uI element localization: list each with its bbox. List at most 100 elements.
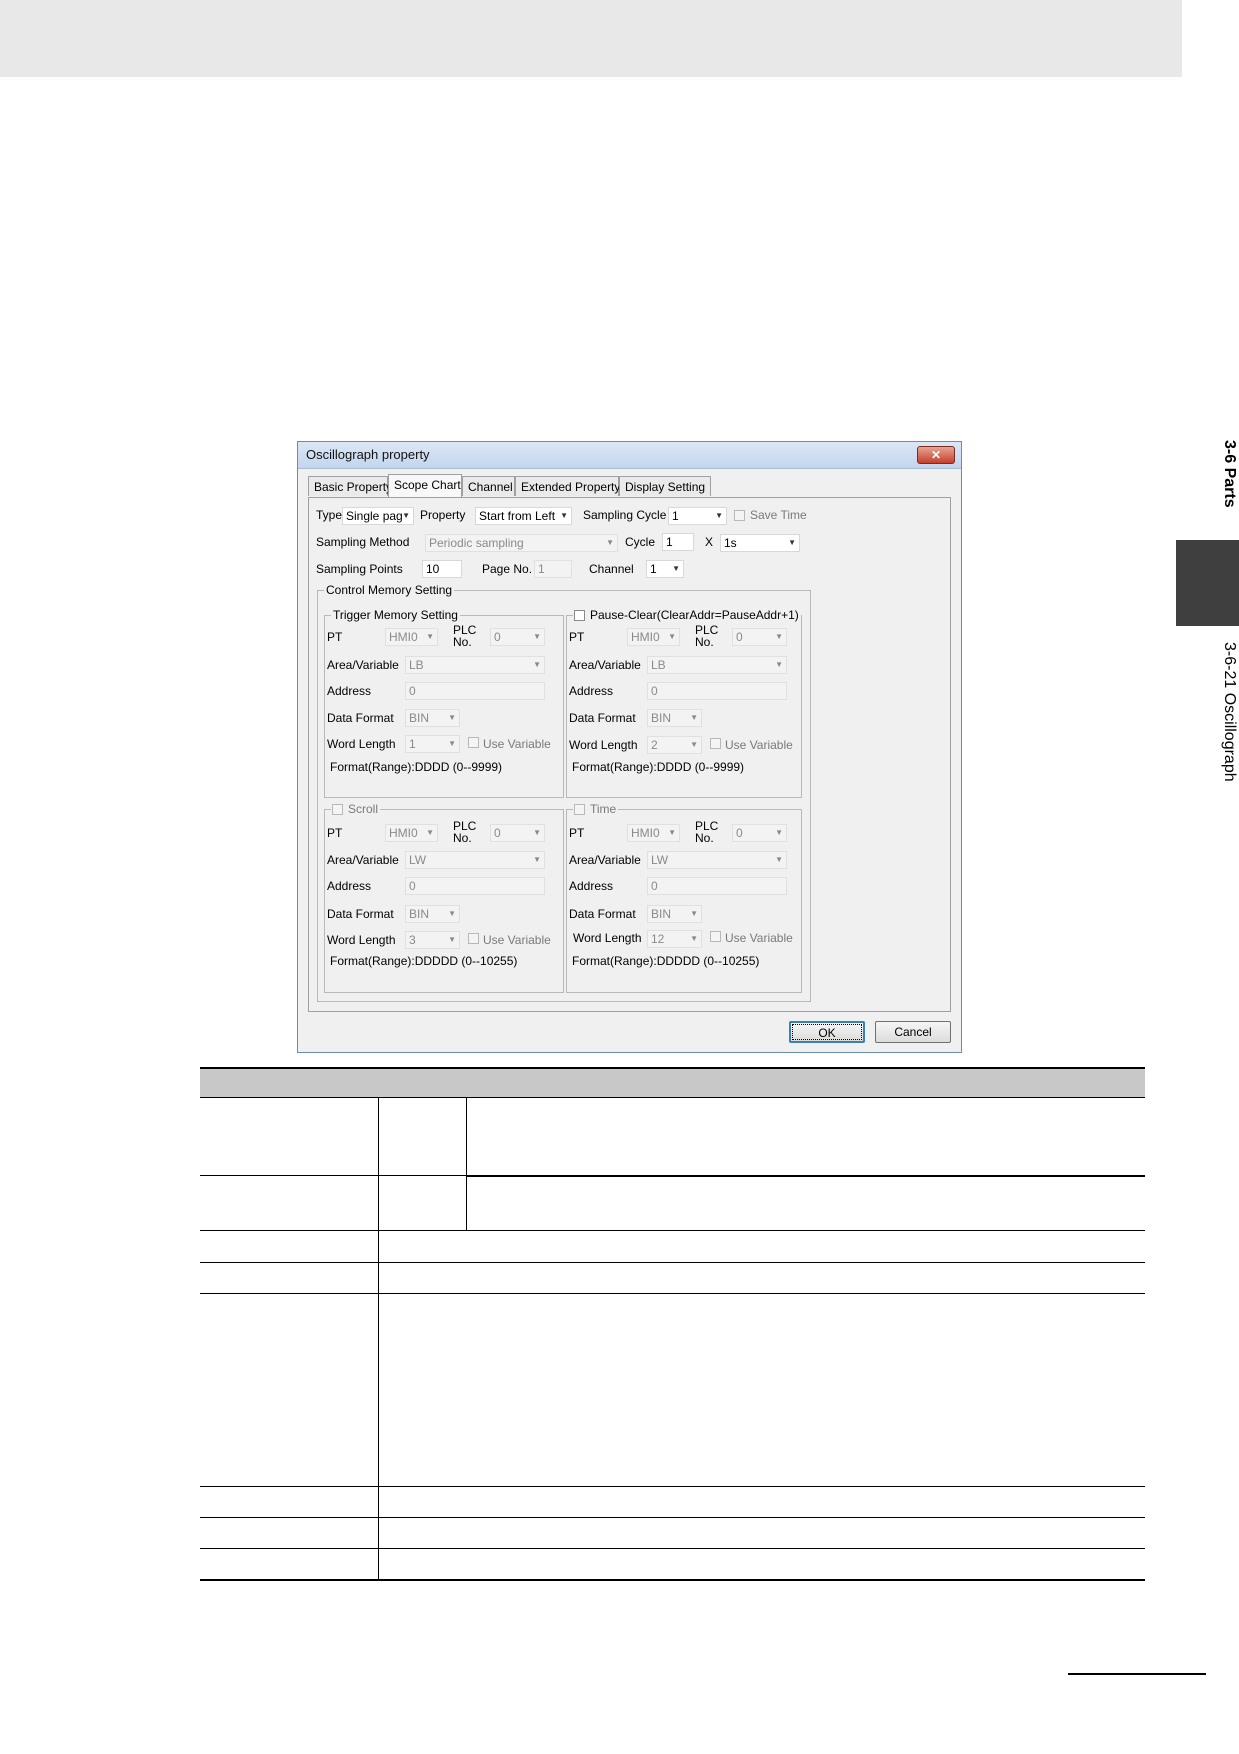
page-no-input[interactable]: 1 [534,560,572,578]
pt-select[interactable]: HMI0 ▼ [627,628,680,646]
type-select[interactable]: Single pag ▼ [342,507,414,525]
pt-select[interactable]: HMI0 ▼ [627,824,680,842]
time-checkbox[interactable] [574,804,585,815]
tab-basic-property[interactable]: Basic Property [308,476,392,496]
chevron-down-icon: ▼ [775,828,783,837]
pt-value: HMI0 [631,630,660,644]
cycle-input[interactable]: 1 [662,533,694,551]
tab-channel[interactable]: Channel [462,476,515,496]
chevron-down-icon: ▼ [533,660,541,669]
chevron-down-icon: ▼ [775,855,783,864]
chevron-down-icon: ▼ [715,511,723,520]
word-length-select[interactable]: 12 ▼ [647,930,702,948]
address-label: Address [569,879,614,893]
word-length-label: Word Length [569,738,638,752]
chevron-down-icon: ▼ [560,511,568,520]
plc-no-label: PLC No. [453,819,477,845]
property-select[interactable]: Start from Left ▼ [475,507,572,525]
cycle-unit-value: 1s [724,536,737,550]
chevron-down-icon: ▼ [668,828,676,837]
pt-select[interactable]: HMI0 ▼ [385,824,438,842]
address-input[interactable]: 0 [647,682,787,700]
scroll-checkbox[interactable] [332,804,343,815]
chevron-down-icon: ▼ [426,828,434,837]
chevron-down-icon: ▼ [533,632,541,641]
ok-button[interactable]: OK [789,1021,865,1043]
format-range-text: Format(Range):DDDD (0--9999) [330,760,503,774]
dialog-titlebar[interactable]: Oscillograph property ✕ [298,442,961,469]
chevron-down-icon: ▼ [672,564,680,573]
plc-no-value: 0 [736,826,743,840]
tab-display-setting[interactable]: Display Setting [619,476,711,496]
address-input[interactable]: 0 [405,877,545,895]
cycle-label: Cycle [625,535,656,549]
chevron-down-icon: ▼ [448,713,456,722]
channel-select[interactable]: 1 ▼ [646,560,684,578]
use-variable-checkbox[interactable] [468,737,479,748]
address-label: Address [569,684,614,698]
word-length-label: Word Length [573,931,642,945]
word-length-value: 3 [409,933,416,947]
pause-clear-checkbox[interactable] [574,610,585,621]
section-tab-marker [1176,540,1239,626]
plc-no-label: PLC No. [695,819,719,845]
area-variable-select[interactable]: LW ▼ [405,851,545,869]
word-length-select[interactable]: 1 ▼ [405,735,460,753]
type-value: Single pag [346,509,403,523]
sampling-points-value: 10 [426,562,440,576]
area-variable-select[interactable]: LB ▼ [647,656,787,674]
area-variable-select[interactable]: LW ▼ [647,851,787,869]
area-variable-select[interactable]: LB ▼ [405,656,545,674]
footer-rule [1068,1673,1206,1675]
use-variable-checkbox[interactable] [710,738,721,749]
word-length-select[interactable]: 3 ▼ [405,931,460,949]
address-input[interactable]: 0 [647,877,787,895]
sampling-method-select[interactable]: Periodic sampling ▼ [425,534,618,552]
close-button[interactable]: ✕ [917,446,955,464]
format-range-text: Format(Range):DDDD (0--9999) [572,760,745,774]
data-format-select[interactable]: BIN ▼ [405,905,460,923]
plc-no-select[interactable]: 0 ▼ [732,628,787,646]
sampling-points-label: Sampling Points [316,562,403,576]
chevron-down-icon: ▼ [690,934,698,943]
pause-clear-group: Pause-Clear(ClearAddr=PauseAddr+1) PT HM… [566,608,802,798]
data-format-select[interactable]: BIN ▼ [647,709,702,727]
use-variable-checkbox[interactable] [710,931,721,942]
address-label: Address [327,684,372,698]
use-variable-label: Use Variable [725,738,793,752]
sampling-cycle-value: 1 [672,509,679,523]
plc-no-select[interactable]: 0 ▼ [490,824,545,842]
scope-chart-panel: Type Single pag ▼ Property Start from Lef… [308,497,951,1012]
cycle-multiplier-label: X [705,535,714,549]
control-memory-title: Control Memory Setting [324,583,455,597]
section-label: 3-6 Parts [1221,440,1238,508]
data-format-label: Data Format [569,907,636,921]
address-input[interactable]: 0 [405,682,545,700]
data-format-select[interactable]: BIN ▼ [647,905,702,923]
word-length-select[interactable]: 2 ▼ [647,736,702,754]
use-variable-checkbox[interactable] [468,933,479,944]
sampling-cycle-select[interactable]: 1 ▼ [668,507,727,525]
save-time-checkbox[interactable] [734,510,745,521]
plc-no-select[interactable]: 0 ▼ [732,824,787,842]
data-format-select[interactable]: BIN ▼ [405,709,460,727]
use-variable-label: Use Variable [725,931,793,945]
tab-extended-property[interactable]: Extended Property [515,476,620,496]
sampling-points-input[interactable]: 10 [422,560,462,578]
use-variable-label: Use Variable [483,933,551,947]
table-row-divider [200,1486,1145,1487]
dialog-title: Oscillograph property [306,447,430,462]
channel-label: Channel [589,562,634,576]
chevron-down-icon: ▼ [402,511,410,520]
plc-no-label: PLC No. [695,623,719,649]
cycle-unit-select[interactable]: 1s ▼ [720,534,800,552]
page-no-value: 1 [538,562,545,576]
table-header [200,1067,1145,1098]
tab-scope-chart[interactable]: Scope Chart [388,474,462,497]
pt-select[interactable]: HMI0 ▼ [385,628,438,646]
sampling-method-label: Sampling Method [316,535,410,549]
address-value: 0 [409,879,416,893]
cancel-button[interactable]: Cancel [875,1021,951,1043]
property-value: Start from Left [479,509,556,523]
plc-no-select[interactable]: 0 ▼ [490,628,545,646]
